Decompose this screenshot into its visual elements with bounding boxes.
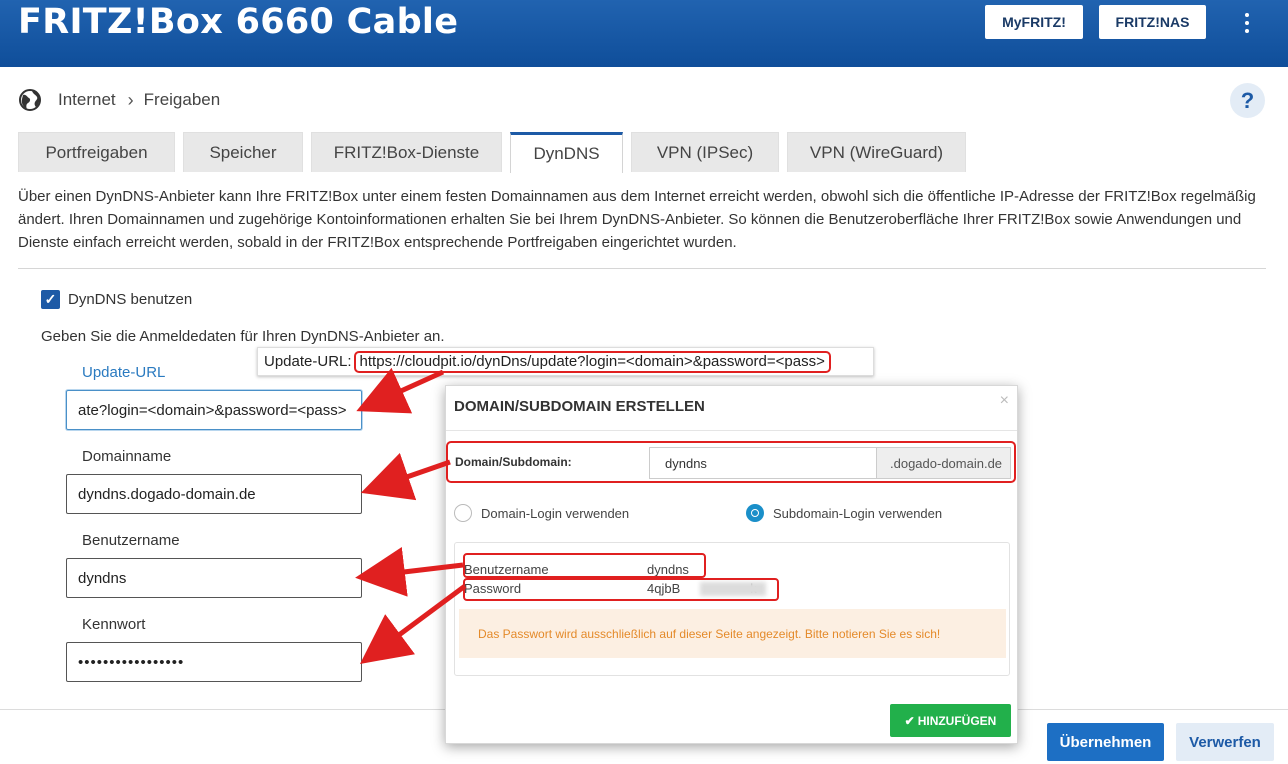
domain-label: Domain/Subdomain:: [455, 455, 572, 469]
tab-fritzbox-dienste[interactable]: FRITZ!Box-Dienste: [311, 132, 502, 172]
benutzername-field[interactable]: dyndns: [66, 558, 362, 598]
breadcrumb: Internet › Freigaben: [18, 88, 220, 112]
domain-row-highlight: Domain/Subdomain: dyndns .dogado-domain.…: [446, 441, 1016, 483]
radio-checked-icon[interactable]: [746, 504, 764, 522]
divider: [18, 268, 1266, 269]
domainname-label: Domainname: [82, 448, 172, 465]
update-url-field[interactable]: ate?login=<domain>&password=<pass>: [66, 390, 362, 430]
arrow-domain: [360, 452, 451, 501]
update-url-label: Update-URL: [82, 364, 166, 381]
tab-vpn-wireguard[interactable]: VPN (WireGuard): [787, 132, 966, 172]
benutzername-label: Benutzername: [82, 532, 180, 549]
update-url-tooltip: Update-URL: https://cloudpit.io/dynDns/u…: [257, 347, 874, 376]
tab-vpn-ipsec[interactable]: VPN (IPSec): [631, 132, 779, 172]
dialog-divider: [446, 430, 1017, 431]
top-bar: FRITZ!Box 6660 Cable MyFRITZ! FRITZ!NAS: [0, 0, 1288, 67]
use-dyndns-checkbox[interactable]: ✓: [41, 290, 60, 309]
tab-speicher[interactable]: Speicher: [183, 132, 303, 172]
use-dyndns-label: DynDNS benutzen: [68, 291, 193, 308]
radio-domain-login-label: Domain-Login verwenden: [481, 505, 630, 521]
radio-unchecked-icon[interactable]: [454, 504, 472, 522]
close-icon[interactable]: ×: [1000, 392, 1009, 410]
globe-icon: [19, 89, 41, 111]
discard-button[interactable]: Verwerfen: [1176, 723, 1274, 761]
product-title: FRITZ!Box 6660 Cable: [18, 2, 459, 42]
breadcrumb-item-internet[interactable]: Internet: [58, 90, 116, 110]
kennwort-field[interactable]: •••••••••••••••••: [66, 642, 362, 682]
tooltip-prefix: Update-URL:: [264, 353, 352, 370]
domainname-field[interactable]: dyndns.dogado-domain.de: [66, 474, 362, 514]
myfritz-button[interactable]: MyFRITZ!: [985, 5, 1083, 39]
apply-button[interactable]: Übernehmen: [1047, 723, 1164, 761]
radio-domain-login[interactable]: Domain-Login verwenden: [454, 504, 629, 522]
add-button-label: HINZUFÜGEN: [917, 713, 997, 728]
chevron-right-icon: ›: [127, 89, 134, 110]
subdomain-input[interactable]: dyndns: [649, 447, 877, 479]
user-highlight: [463, 553, 706, 578]
create-subdomain-dialog: DOMAIN/SUBDOMAIN ERSTELLEN × Domain/Subd…: [445, 385, 1018, 744]
help-button[interactable]: ?: [1230, 83, 1265, 118]
check-icon: ✔: [904, 713, 915, 728]
password-warning: Das Passwort wird ausschließlich auf die…: [459, 609, 1006, 658]
password-highlight: [463, 578, 779, 601]
dialog-title: DOMAIN/SUBDOMAIN ERSTELLEN: [454, 398, 705, 415]
arrow-url: [356, 367, 445, 414]
tab-portfreigaben[interactable]: Portfreigaben: [18, 132, 175, 172]
radio-subdomain-login-label: Subdomain-Login verwenden: [773, 505, 943, 521]
radio-subdomain-login[interactable]: Subdomain-Login verwenden: [746, 504, 942, 522]
tab-dyndns[interactable]: DynDNS: [510, 132, 623, 173]
use-dyndns-row[interactable]: ✓ DynDNS benutzen: [41, 290, 192, 309]
tab-bar: Portfreigaben Speicher FRITZ!Box-Dienste…: [18, 132, 974, 173]
intro-text: Über einen DynDNS-Anbieter kann Ihre FRI…: [18, 188, 1256, 251]
form-hint: Geben Sie die Anmeldedaten für Ihren Dyn…: [41, 328, 445, 345]
fritznas-button[interactable]: FRITZ!NAS: [1099, 5, 1206, 39]
domain-suffix: .dogado-domain.de: [876, 447, 1011, 479]
breadcrumb-item-freigaben: Freigaben: [143, 90, 221, 109]
add-button[interactable]: ✔ HINZUFÜGEN: [890, 704, 1011, 737]
tooltip-url: https://cloudpit.io/dynDns/update?login=…: [353, 350, 831, 373]
more-menu-icon[interactable]: [1238, 10, 1256, 36]
kennwort-label: Kennwort: [82, 616, 146, 633]
